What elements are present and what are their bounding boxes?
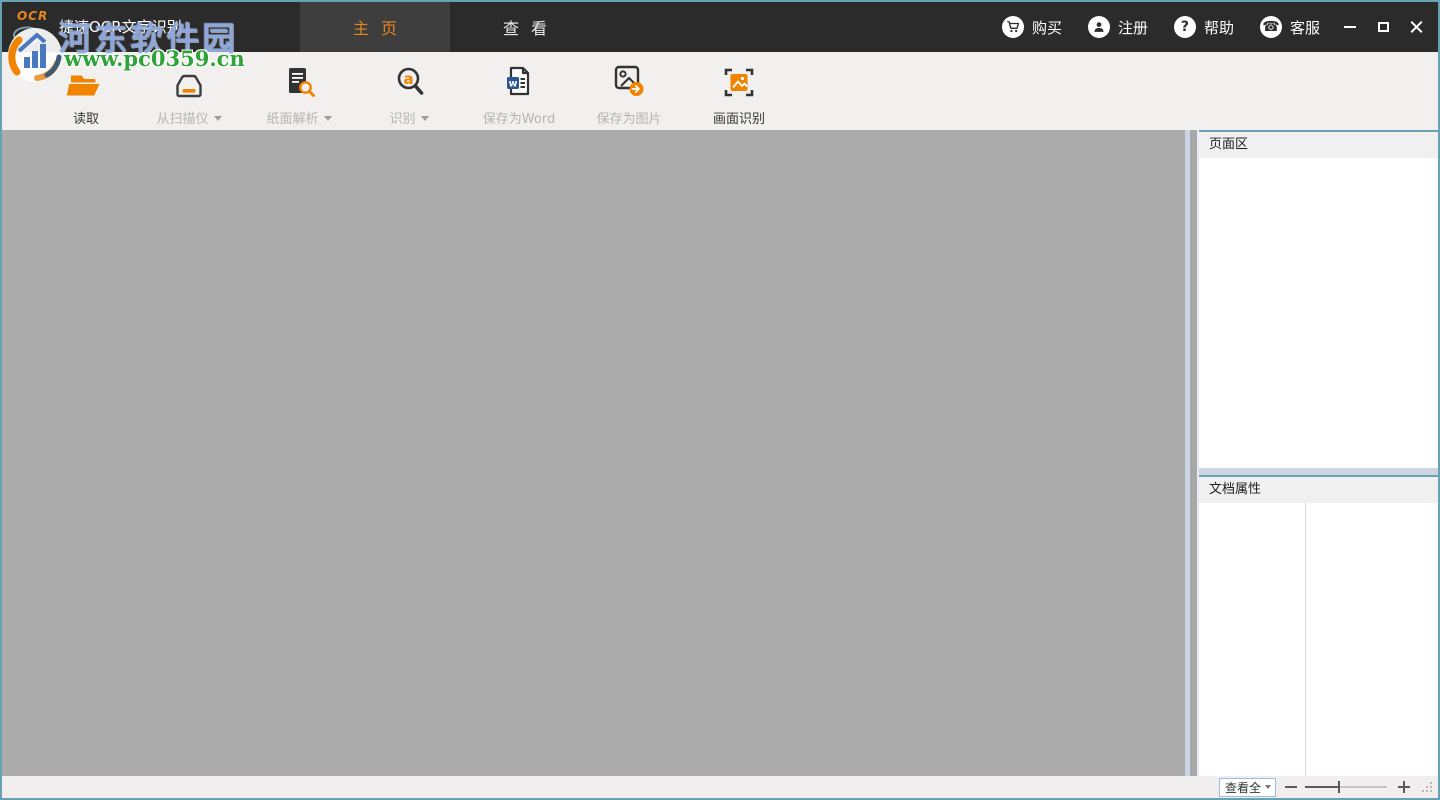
app-window: OCR 捷速OCR文字识别 主页 查看 购买 注册 ? 帮助 ☎ 客服 读取 从… (0, 0, 1440, 800)
close-icon (1410, 21, 1423, 34)
doc-props-body (1199, 503, 1438, 776)
page-area-list[interactable] (1199, 158, 1438, 468)
tab-home[interactable]: 主页 (300, 2, 450, 52)
view-mode-value: 查看全 (1225, 780, 1262, 795)
zoom-slider-handle[interactable] (1337, 781, 1340, 793)
open-folder-icon (66, 61, 106, 101)
resize-grip[interactable] (1422, 782, 1432, 792)
tab-home-label: 主页 (352, 19, 409, 38)
help-label: 帮助 (1203, 18, 1234, 37)
support-label: 客服 (1289, 18, 1320, 37)
doc-props-name-column (1199, 503, 1306, 776)
document-canvas[interactable] (2, 130, 1185, 776)
recognize-label: 识别 (389, 112, 416, 127)
paper-analyze-icon (279, 61, 319, 101)
recognize-icon: a (389, 61, 429, 101)
screen-recognize-icon (720, 61, 758, 101)
right-sidebar: 页面区 文档属性 (1199, 130, 1438, 776)
splitter-grab-bar[interactable] (1190, 130, 1197, 776)
zoom-out-button[interactable] (1285, 786, 1297, 788)
statusbar: 查看全 (2, 776, 1438, 798)
ribbon-tabs: 主页 查看 (300, 2, 600, 52)
zoom-slider-track-filled (1305, 786, 1338, 788)
screen-recognize-label: 画面识别 (712, 112, 765, 127)
window-title: 捷速OCR文字识别 (59, 18, 182, 36)
page-area-title: 页面区 (1209, 137, 1249, 152)
tab-view[interactable]: 查看 (450, 2, 600, 52)
buy-label: 购买 (1031, 18, 1062, 37)
zoom-in-button[interactable] (1398, 781, 1410, 793)
save-image-label: 保存为图片 (596, 112, 662, 127)
titlebar-actions: 购买 注册 ? 帮助 ☎ 客服 (1001, 2, 1320, 52)
doc-props-title: 文档属性 (1209, 482, 1262, 497)
app-logo-eye-icon (12, 26, 42, 48)
read-button[interactable]: 读取 (38, 61, 134, 127)
paper-analyze-label: 纸面解析 (266, 112, 319, 127)
zoom-slider[interactable] (1305, 780, 1387, 794)
doc-props-panel-header: 文档属性 (1199, 475, 1438, 503)
phone-icon: ☎ (1259, 16, 1282, 38)
page-area-panel-header: 页面区 (1199, 130, 1438, 158)
tab-view-label: 查看 (502, 19, 559, 38)
scanner-icon (169, 61, 209, 101)
support-button[interactable]: ☎ 客服 (1259, 16, 1320, 38)
main-area: 页面区 文档属性 (2, 130, 1438, 776)
help-icon: ? (1173, 16, 1196, 38)
app-logo: OCR (17, 9, 49, 23)
from-scanner-label: 从扫描仪 (156, 112, 209, 127)
dropdown-arrow-icon (213, 116, 222, 121)
maximize-button[interactable] (1375, 19, 1391, 35)
read-label: 读取 (72, 112, 99, 127)
dropdown-arrow-icon (323, 116, 332, 121)
minimize-icon (1344, 26, 1356, 28)
window-controls (1342, 2, 1424, 52)
cart-icon (1001, 16, 1024, 38)
horizontal-splitter[interactable] (1199, 468, 1438, 475)
save-word-button[interactable]: w 保存为Word (464, 61, 574, 127)
screen-recognize-button[interactable]: 画面识别 (684, 61, 794, 127)
recognize-button[interactable]: a 识别 (354, 61, 464, 127)
from-scanner-button[interactable]: 从扫描仪 (134, 61, 244, 127)
view-mode-dropdown[interactable]: 查看全 (1219, 777, 1276, 797)
save-image-icon (608, 61, 650, 101)
save-word-icon: w (499, 61, 539, 101)
chevron-down-icon (1265, 785, 1271, 789)
register-button[interactable]: 注册 (1087, 16, 1148, 38)
maximize-icon (1377, 22, 1389, 32)
dropdown-arrow-icon (420, 116, 429, 121)
help-button[interactable]: ? 帮助 (1173, 16, 1234, 38)
close-button[interactable] (1408, 19, 1424, 35)
save-image-button[interactable]: 保存为图片 (574, 61, 684, 127)
paper-analyze-button[interactable]: 纸面解析 (244, 61, 354, 127)
svg-text:w: w (509, 79, 518, 90)
register-label: 注册 (1117, 18, 1148, 37)
save-word-label: 保存为Word (482, 112, 556, 127)
user-icon (1087, 16, 1110, 38)
titlebar: OCR 捷速OCR文字识别 主页 查看 购买 注册 ? 帮助 ☎ 客服 (2, 2, 1438, 52)
minimize-button[interactable] (1342, 19, 1358, 35)
ribbon-toolbar: 读取 从扫描仪 纸面解析 a 识别 w 保存为Word 保存为图片 画面识别 (2, 52, 1438, 130)
svg-text:a: a (403, 70, 413, 88)
buy-button[interactable]: 购买 (1001, 16, 1062, 38)
doc-props-value-column (1306, 503, 1438, 776)
